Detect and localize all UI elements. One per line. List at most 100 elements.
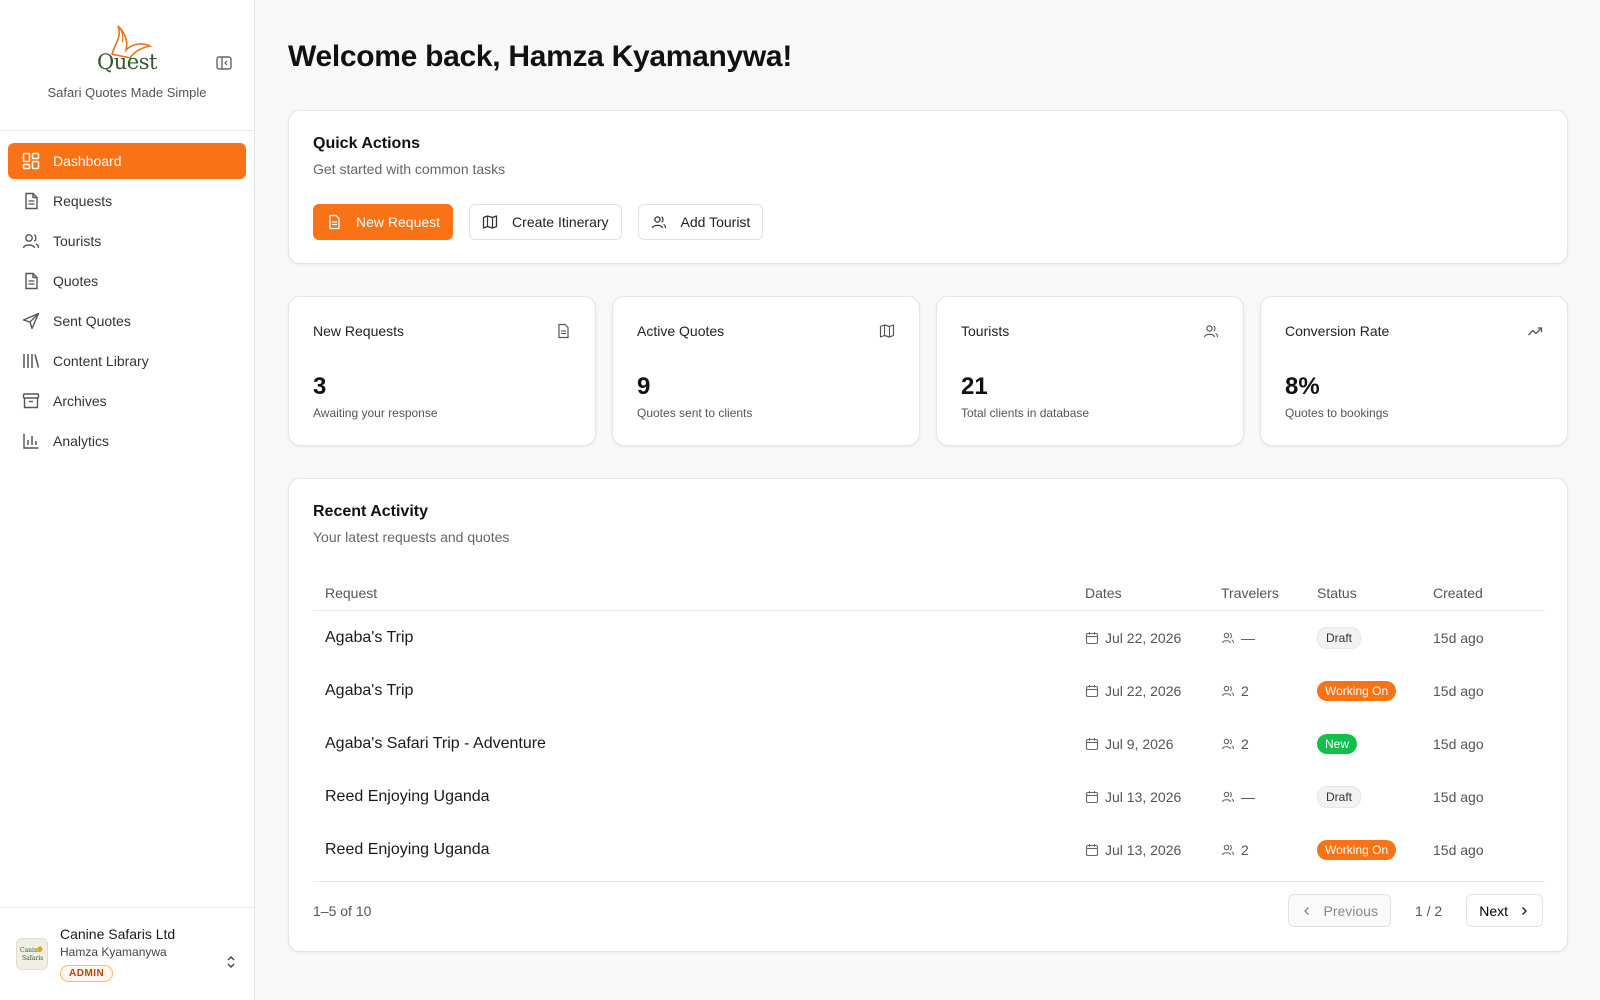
recent-activity-card: Recent Activity Your latest requests and…: [288, 478, 1568, 952]
stat-value: 8%: [1285, 373, 1320, 400]
sidebar-item-label: Content Library: [53, 353, 149, 369]
table-row[interactable]: Agaba's Trip Jul 22, 2026 — Draft 15d ag…: [313, 611, 1545, 664]
sidebar-item-archives[interactable]: Archives: [8, 383, 246, 419]
sidebar-item-quotes[interactable]: Quotes: [8, 263, 246, 299]
stat-note: Quotes to bookings: [1285, 406, 1389, 420]
status-badge: New: [1317, 733, 1358, 754]
quick-actions-title: Quick Actions: [313, 135, 420, 152]
column-header-status[interactable]: Status: [1317, 585, 1433, 601]
status-badge: Working On: [1317, 680, 1397, 701]
sidebar-item-label: Quotes: [53, 273, 99, 289]
request-dates: Jul 13, 2026: [1085, 842, 1221, 858]
request-status: Draft: [1317, 626, 1433, 649]
users-icon: [1221, 685, 1234, 696]
pagination: Previous 1 / 2 Next: [1288, 894, 1543, 927]
button-label: New Request: [356, 214, 441, 230]
company-avatar: Canine Safaris: [16, 938, 48, 970]
activity-table: Request Dates Travelers Status Created A…: [313, 575, 1545, 876]
send-icon: [22, 312, 40, 330]
request-status: Draft: [1317, 785, 1433, 808]
company-name: Canine Safaris Ltd: [60, 926, 176, 942]
new-request-button[interactable]: New Request: [313, 204, 454, 240]
add-tourist-button[interactable]: Add Tourist: [637, 204, 764, 240]
request-name: Agaba's Safari Trip - Adventure: [325, 734, 546, 752]
table-row[interactable]: Reed Enjoying Uganda Jul 13, 2026 — Draf…: [313, 770, 1545, 823]
sidebar-item-analytics[interactable]: Analytics: [8, 423, 246, 459]
status-badge: Draft: [1317, 626, 1362, 649]
request-dates: Jul 9, 2026: [1085, 736, 1221, 752]
pager-count: 1–5 of 10: [313, 903, 372, 919]
request-travelers: 2: [1221, 842, 1317, 858]
users-icon: [651, 216, 666, 229]
date-text: Jul 22, 2026: [1105, 682, 1182, 699]
stat-label: Active Quotes: [637, 323, 725, 339]
request-dates: Jul 22, 2026: [1085, 630, 1221, 646]
users-icon: [1221, 738, 1234, 749]
previous-page-button[interactable]: Previous: [1288, 894, 1391, 927]
stat-note: Quotes sent to clients: [637, 406, 753, 420]
travelers-count: 2: [1241, 735, 1249, 752]
calendar-icon: [1085, 631, 1099, 644]
sidebar-item-sent-quotes[interactable]: Sent Quotes: [8, 303, 246, 339]
travelers-count: 2: [1241, 841, 1249, 858]
recent-activity-subtitle: Your latest requests and quotes: [313, 529, 510, 545]
calendar-icon: [1085, 684, 1099, 697]
calendar-icon: [1085, 737, 1099, 750]
column-header-request[interactable]: Request: [313, 585, 1085, 601]
request-dates: Jul 22, 2026: [1085, 683, 1221, 699]
sidebar-item-label: Archives: [53, 393, 107, 409]
button-label: Create Itinerary: [512, 214, 609, 230]
column-header-created[interactable]: Created: [1433, 585, 1545, 601]
stat-card-tourists: Tourists 21 Total clients in database: [936, 296, 1244, 446]
sidebar-item-label: Sent Quotes: [53, 313, 131, 329]
button-label: Previous: [1323, 902, 1378, 919]
table-row[interactable]: Agaba's Safari Trip - Adventure Jul 9, 2…: [313, 717, 1545, 770]
tagline: Safari Quotes Made Simple: [47, 85, 207, 100]
trending-up-icon: [1528, 327, 1543, 336]
sidebar: Quest Safari Quotes Made Simple Dashboar…: [0, 0, 255, 1000]
chevrons-up-down-icon[interactable]: [223, 954, 239, 970]
users-icon: [1221, 791, 1234, 802]
request-created: 15d ago: [1433, 735, 1484, 752]
request-created: 15d ago: [1433, 629, 1484, 646]
calendar-icon: [1085, 790, 1099, 803]
request-name: Reed Enjoying Uganda: [325, 787, 490, 805]
request-created: 15d ago: [1433, 682, 1484, 699]
users-icon: [1221, 632, 1234, 643]
stat-card-conversion-rate: Conversion Rate 8% Quotes to bookings: [1260, 296, 1568, 446]
account-switcher[interactable]: Canine Safaris Canine Safaris Ltd Hamza …: [0, 907, 255, 1000]
request-travelers: —: [1221, 789, 1317, 805]
pager-divider: [313, 881, 1545, 882]
request-travelers: 2: [1221, 736, 1317, 752]
dashboard-icon: [22, 152, 40, 170]
next-page-button[interactable]: Next: [1466, 894, 1543, 927]
sidebar-item-tourists[interactable]: Tourists: [8, 223, 246, 259]
sidebar-item-content-library[interactable]: Content Library: [8, 343, 246, 379]
request-dates: Jul 13, 2026: [1085, 789, 1221, 805]
sidebar-collapse-icon[interactable]: [215, 54, 233, 72]
sidebar-item-label: Dashboard: [53, 153, 122, 169]
table-row[interactable]: Agaba's Trip Jul 22, 2026 2 Working On 1…: [313, 664, 1545, 717]
travelers-count: —: [1241, 629, 1255, 646]
document-icon: [25, 272, 38, 290]
column-header-travelers[interactable]: Travelers: [1221, 585, 1317, 601]
sidebar-item-requests[interactable]: Requests: [8, 183, 246, 219]
request-name: Agaba's Trip: [325, 681, 414, 699]
date-text: Jul 13, 2026: [1105, 841, 1182, 858]
page-indicator: 1 / 2: [1414, 902, 1443, 919]
users-icon: [1221, 844, 1234, 855]
library-icon: [23, 354, 40, 368]
stat-label: Conversion Rate: [1285, 323, 1390, 339]
create-itinerary-button[interactable]: Create Itinerary: [469, 204, 622, 240]
stat-value: 9: [637, 373, 651, 400]
request-status: Working On: [1317, 839, 1433, 860]
table-row[interactable]: Reed Enjoying Uganda Jul 13, 2026 2 Work…: [313, 823, 1545, 876]
sidebar-item-dashboard[interactable]: Dashboard: [8, 143, 246, 179]
request-created: 15d ago: [1433, 841, 1484, 858]
stat-note: Awaiting your response: [313, 406, 438, 420]
sidebar-item-label: Tourists: [53, 233, 102, 249]
request-name: Agaba's Trip: [325, 628, 414, 646]
document-icon: [25, 192, 38, 210]
column-header-dates[interactable]: Dates: [1085, 585, 1221, 601]
calendar-icon: [1085, 843, 1099, 856]
